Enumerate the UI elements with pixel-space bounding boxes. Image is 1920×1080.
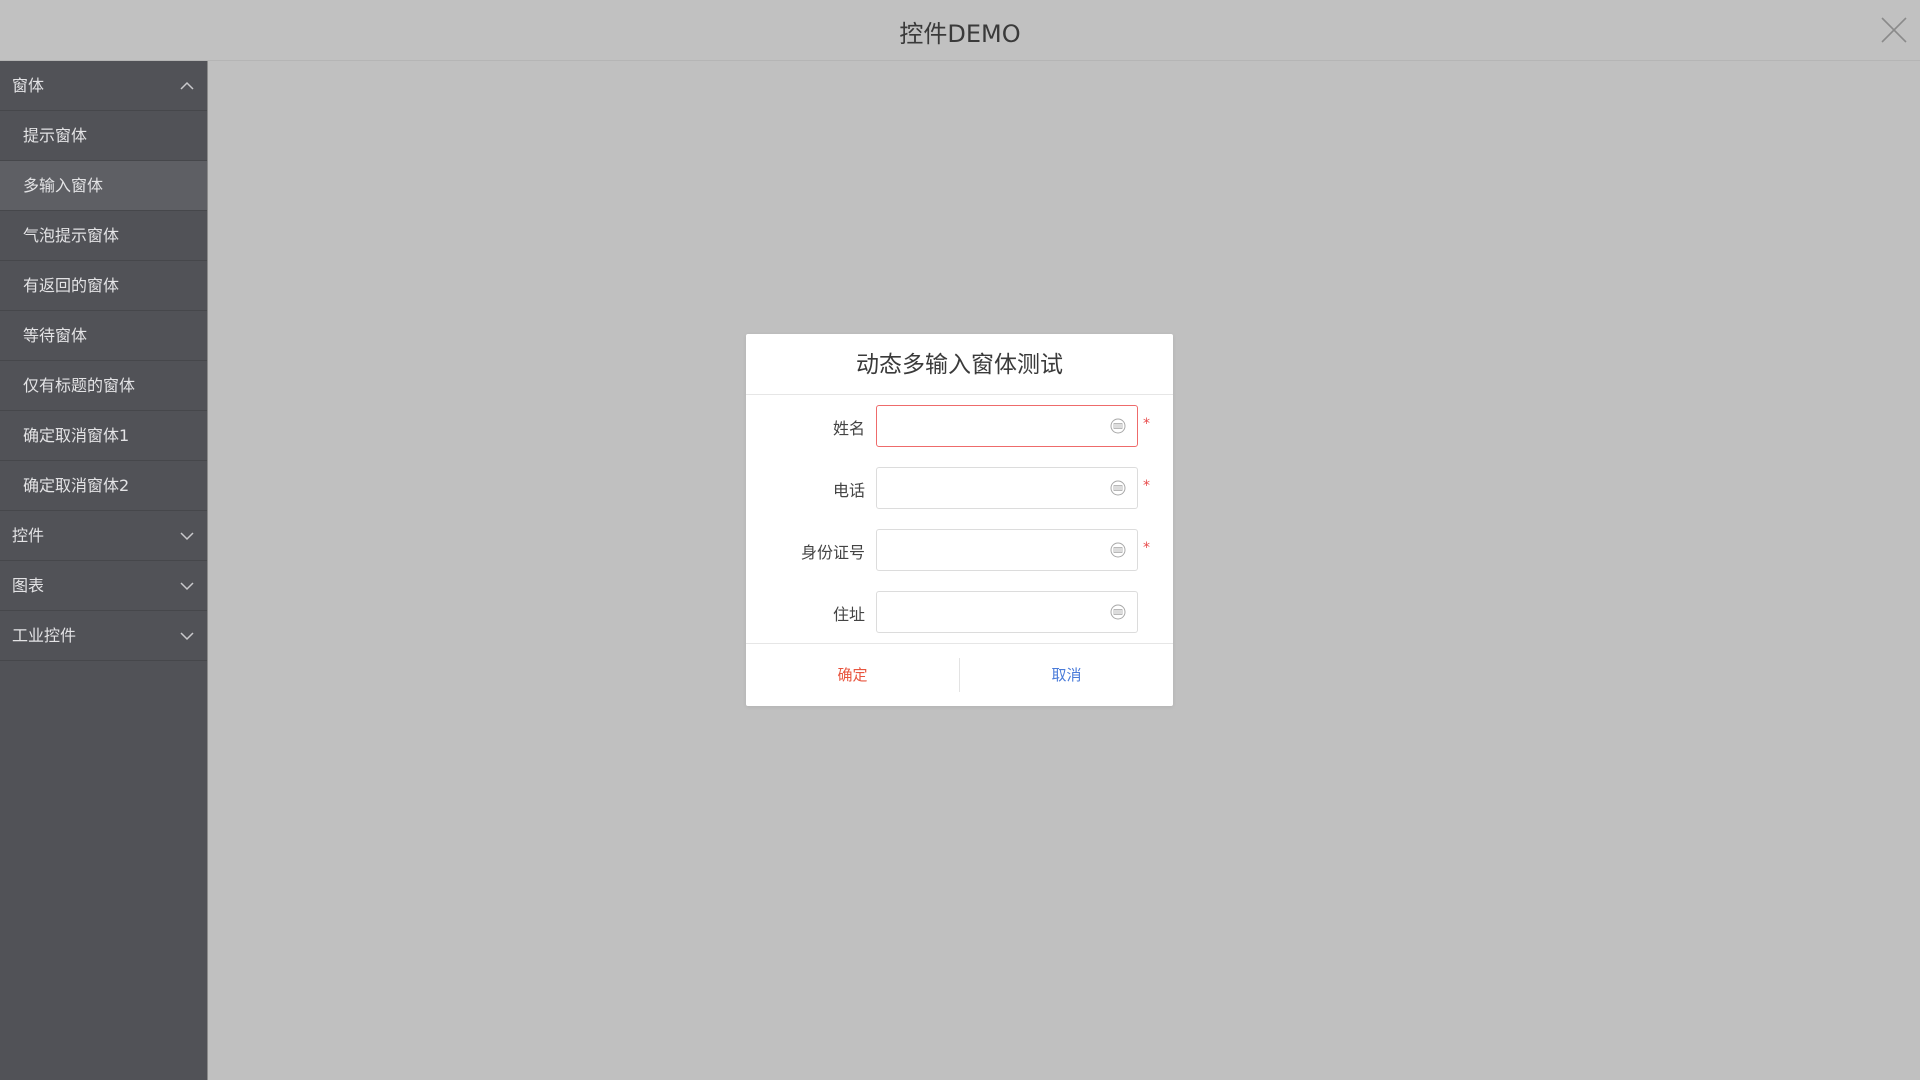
sidebar-group-label: 控件 xyxy=(12,526,45,545)
sidebar-item-title-only-form[interactable]: 仅有标题的窗体 xyxy=(0,361,207,411)
phone-input[interactable] xyxy=(883,474,1107,504)
keyboard-icon[interactable] xyxy=(1110,604,1126,620)
sidebar-item-ok-cancel-form-2[interactable]: 确定取消窗体2 xyxy=(0,461,207,511)
sidebar-item-ok-cancel-form-1[interactable]: 确定取消窗体1 xyxy=(0,411,207,461)
dialog-footer: 确定 取消 xyxy=(746,643,1173,706)
sidebar-group-label: 图表 xyxy=(12,576,45,595)
title-bar: 控件DEMO xyxy=(0,0,1920,61)
keyboard-icon[interactable] xyxy=(1110,418,1126,434)
form-row-phone: 电话 * xyxy=(746,467,1173,509)
sidebar-item-wait-form[interactable]: 等待窗体 xyxy=(0,311,207,361)
chevron-down-icon xyxy=(180,632,194,641)
sidebar-item-label: 多输入窗体 xyxy=(23,176,104,195)
sidebar-item-label: 确定取消窗体2 xyxy=(23,476,130,495)
ok-button[interactable]: 确定 xyxy=(746,644,959,706)
sidebar-group-industrial-controls[interactable]: 工业控件 xyxy=(0,611,207,661)
window-title: 控件DEMO xyxy=(899,20,1021,48)
sidebar-item-multi-input-form[interactable]: 多输入窗体 xyxy=(0,161,207,211)
sidebar-item-label: 等待窗体 xyxy=(23,326,88,345)
id-number-input[interactable] xyxy=(883,536,1107,566)
form-row-address: 住址 xyxy=(746,591,1173,633)
sidebar-group-controls[interactable]: 控件 xyxy=(0,511,207,561)
field-label: 电话 xyxy=(832,481,865,500)
keyboard-icon[interactable] xyxy=(1110,480,1126,496)
sidebar-item-label: 气泡提示窗体 xyxy=(23,226,120,245)
chevron-down-icon xyxy=(180,582,194,591)
address-input[interactable] xyxy=(883,598,1107,628)
field-label: 姓名 xyxy=(832,419,865,438)
field-label: 身份证号 xyxy=(800,543,865,562)
required-marker: * xyxy=(1143,478,1150,494)
cancel-button[interactable]: 取消 xyxy=(960,644,1173,706)
sidebar-group-label: 窗体 xyxy=(12,76,45,95)
sidebar-group-forms[interactable]: 窗体 xyxy=(0,61,207,111)
keyboard-icon[interactable] xyxy=(1110,542,1126,558)
id-number-field[interactable] xyxy=(876,529,1138,571)
name-field[interactable] xyxy=(876,405,1138,447)
sidebar: 窗体 提示窗体 多输入窗体 气泡提示窗体 有返回的窗体 等待窗体 仅有标题的窗体… xyxy=(0,61,208,1080)
chevron-up-icon xyxy=(180,81,194,90)
sidebar-item-label: 仅有标题的窗体 xyxy=(23,376,136,395)
form-row-id-number: 身份证号 * xyxy=(746,529,1173,571)
required-marker: * xyxy=(1143,416,1150,432)
sidebar-item-prompt-form[interactable]: 提示窗体 xyxy=(0,111,207,161)
form-row-name: 姓名 * xyxy=(746,405,1173,447)
sidebar-group-label: 工业控件 xyxy=(12,626,77,645)
sidebar-group-charts[interactable]: 图表 xyxy=(0,561,207,611)
multi-input-dialog: 动态多输入窗体测试 姓名 * 电话 * 身份证号 * 住址 确定 取消 xyxy=(746,334,1173,706)
sidebar-item-return-form[interactable]: 有返回的窗体 xyxy=(0,261,207,311)
phone-field[interactable] xyxy=(876,467,1138,509)
chevron-down-icon xyxy=(180,532,194,541)
sidebar-item-label: 确定取消窗体1 xyxy=(23,426,130,445)
sidebar-item-label: 提示窗体 xyxy=(23,126,88,145)
dialog-title: 动态多输入窗体测试 xyxy=(746,334,1173,395)
sidebar-item-bubble-form[interactable]: 气泡提示窗体 xyxy=(0,211,207,261)
close-icon[interactable] xyxy=(1878,14,1910,46)
sidebar-item-label: 有返回的窗体 xyxy=(23,276,120,295)
required-marker: * xyxy=(1143,540,1150,556)
field-label: 住址 xyxy=(832,605,865,624)
app-window: 控件DEMO 窗体 提示窗体 多输入窗体 气泡提示窗体 有返回的窗体 等待窗体 … xyxy=(0,0,1920,1080)
name-input[interactable] xyxy=(883,412,1107,442)
address-field[interactable] xyxy=(876,591,1138,633)
